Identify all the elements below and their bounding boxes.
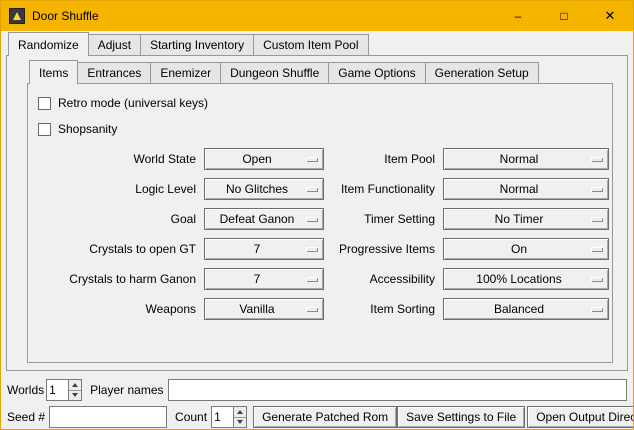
player-names-input[interactable]: [168, 379, 628, 401]
worlds-spinner: [46, 379, 82, 401]
dropdown-indicator-icon: [591, 157, 603, 162]
items-pane: Retro mode (universal keys) Shopsanity W…: [27, 83, 613, 363]
world-state-label: World State: [38, 152, 196, 166]
timer-setting-dropdown[interactable]: No Timer: [443, 208, 609, 230]
goal-label: Goal: [38, 212, 196, 226]
dropdown-indicator-icon: [306, 187, 318, 192]
dropdown-value: Balanced: [494, 302, 558, 316]
retro-mode-checkbox[interactable]: Retro mode (universal keys): [38, 96, 604, 110]
open-output-directory-button[interactable]: Open Output Directory: [527, 406, 634, 428]
spinner-up-button[interactable]: [234, 407, 246, 418]
minimize-button[interactable]: –: [495, 1, 541, 31]
crystals-open-gt-label: Crystals to open GT: [38, 242, 196, 256]
outer-tab-bar: Randomize Adjust Starting Inventory Cust…: [6, 34, 628, 55]
progressive-items-label: Progressive Items: [332, 242, 435, 256]
dropdown-value: On: [511, 242, 541, 256]
generate-patched-rom-button[interactable]: Generate Patched Rom: [253, 406, 397, 428]
item-pool-label: Item Pool: [332, 152, 435, 166]
item-sorting-dropdown[interactable]: Balanced: [443, 298, 609, 320]
save-settings-button[interactable]: Save Settings to File: [397, 406, 525, 428]
dropdown-value: 7: [254, 242, 275, 256]
count-spinner: [211, 406, 247, 428]
dropdown-value: Open: [242, 152, 285, 166]
weapons-label: Weapons: [38, 302, 196, 316]
logic-level-label: Logic Level: [38, 182, 196, 196]
dropdown-indicator-icon: [591, 247, 603, 252]
spinner-down-button[interactable]: [69, 391, 81, 401]
tab-entrances[interactable]: Entrances: [77, 62, 151, 83]
checkbox-box-icon: [38, 97, 51, 110]
world-state-dropdown[interactable]: Open: [204, 148, 324, 170]
item-pool-dropdown[interactable]: Normal: [443, 148, 609, 170]
tab-dungeon-shuffle[interactable]: Dungeon Shuffle: [220, 62, 329, 83]
worlds-input[interactable]: [46, 379, 68, 401]
weapons-dropdown[interactable]: Vanilla: [204, 298, 324, 320]
crystals-open-gt-dropdown[interactable]: 7: [204, 238, 324, 260]
dropdown-indicator-icon: [306, 247, 318, 252]
accessibility-dropdown[interactable]: 100% Locations: [443, 268, 609, 290]
dropdown-indicator-icon: [591, 307, 603, 312]
count-input[interactable]: [211, 406, 233, 428]
dropdown-indicator-icon: [306, 217, 318, 222]
dropdown-value: No Timer: [495, 212, 558, 226]
inner-tab-bar: Items Entrances Enemizer Dungeon Shuffle…: [27, 62, 613, 83]
count-label: Count: [175, 410, 207, 424]
app-icon: [9, 8, 25, 24]
outer-notebook: Randomize Adjust Starting Inventory Cust…: [6, 34, 628, 371]
dropdown-indicator-icon: [306, 277, 318, 282]
item-functionality-dropdown[interactable]: Normal: [443, 178, 609, 200]
dropdown-indicator-icon: [306, 307, 318, 312]
bottom-controls: Worlds Player names Seed # Count: [1, 371, 633, 430]
tab-generation-setup[interactable]: Generation Setup: [425, 62, 539, 83]
tab-custom-item-pool[interactable]: Custom Item Pool: [253, 34, 368, 55]
window-title: Door Shuffle: [32, 9, 99, 23]
checkbox-label: Retro mode (universal keys): [58, 96, 208, 110]
inner-notebook: Items Entrances Enemizer Dungeon Shuffle…: [27, 62, 613, 363]
item-functionality-label: Item Functionality: [332, 182, 435, 196]
dropdown-value: 100% Locations: [476, 272, 575, 286]
progressive-items-dropdown[interactable]: On: [443, 238, 609, 260]
checkbox-label: Shopsanity: [58, 122, 117, 136]
seed-label: Seed #: [7, 410, 45, 424]
dropdown-value: Normal: [500, 152, 553, 166]
shopsanity-checkbox[interactable]: Shopsanity: [38, 122, 604, 136]
player-names-label: Player names: [90, 383, 163, 397]
worlds-label: Worlds: [7, 383, 44, 397]
checkbox-box-icon: [38, 123, 51, 136]
randomize-pane: Items Entrances Enemizer Dungeon Shuffle…: [6, 55, 628, 371]
dropdown-value: Defeat Ganon: [220, 212, 309, 226]
tab-starting-inventory[interactable]: Starting Inventory: [140, 34, 254, 55]
logic-level-dropdown[interactable]: No Glitches: [204, 178, 324, 200]
accessibility-label: Accessibility: [332, 272, 435, 286]
crystals-harm-ganon-label: Crystals to harm Ganon: [38, 272, 196, 286]
spinner-up-button[interactable]: [69, 380, 81, 391]
close-button[interactable]: ✕: [587, 1, 633, 31]
dropdown-value: Vanilla: [239, 302, 288, 316]
spinner-down-button[interactable]: [234, 418, 246, 428]
seed-input[interactable]: [49, 406, 167, 428]
dropdown-indicator-icon: [591, 277, 603, 282]
goal-dropdown[interactable]: Defeat Ganon: [204, 208, 324, 230]
caption-buttons: – □ ✕: [495, 1, 633, 31]
worlds-row: Worlds Player names: [7, 379, 627, 401]
options-grid: World State Open Item Pool Normal Logic …: [36, 148, 604, 320]
tab-randomize[interactable]: Randomize: [8, 32, 89, 56]
seed-row: Seed # Count Generate Patched Rom Save S…: [7, 406, 627, 428]
app-window: Door Shuffle – □ ✕ Randomize Adjust Star…: [0, 0, 634, 430]
dropdown-indicator-icon: [306, 157, 318, 162]
maximize-button[interactable]: □: [541, 1, 587, 31]
dropdown-value: No Glitches: [226, 182, 302, 196]
dropdown-value: 7: [254, 272, 275, 286]
dropdown-value: Normal: [500, 182, 553, 196]
tab-items[interactable]: Items: [29, 60, 78, 84]
tab-adjust[interactable]: Adjust: [88, 34, 141, 55]
timer-setting-label: Timer Setting: [332, 212, 435, 226]
crystals-harm-ganon-dropdown[interactable]: 7: [204, 268, 324, 290]
dropdown-indicator-icon: [591, 217, 603, 222]
tab-enemizer[interactable]: Enemizer: [150, 62, 221, 83]
item-sorting-label: Item Sorting: [332, 302, 435, 316]
dropdown-indicator-icon: [591, 187, 603, 192]
titlebar: Door Shuffle – □ ✕: [1, 1, 633, 31]
tab-game-options[interactable]: Game Options: [328, 62, 425, 83]
